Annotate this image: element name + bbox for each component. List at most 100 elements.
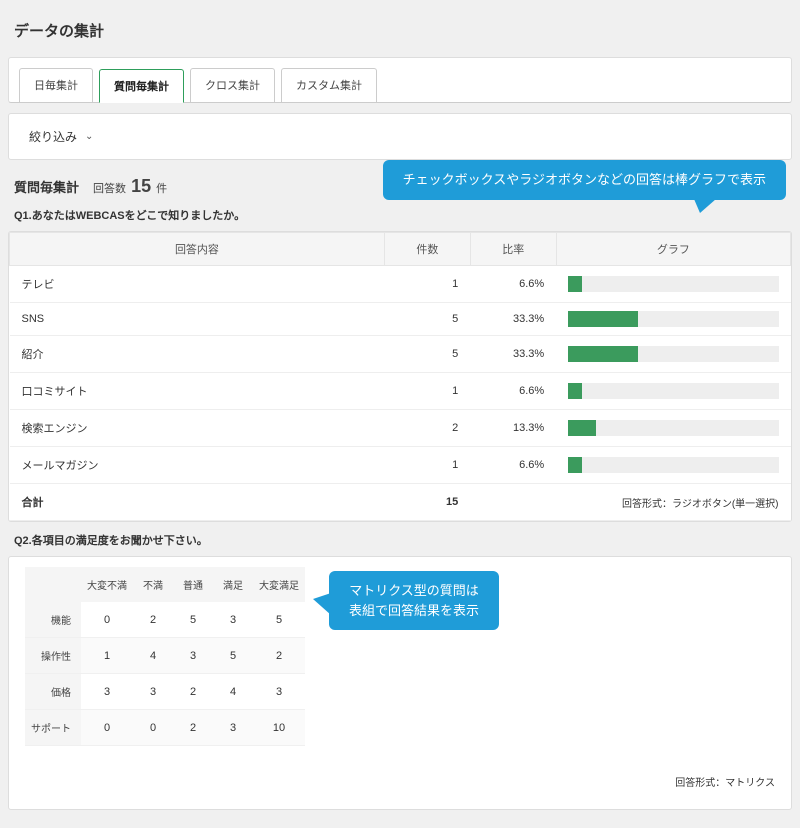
row-label: テレビ: [10, 266, 385, 303]
q2-card: 大変不満 不満 普通 満足 大変満足 機能02535操作性14352価格3324…: [8, 556, 792, 810]
matrix-row: 価格33243: [25, 674, 305, 710]
matrix-cell: 5: [213, 638, 253, 674]
tabs-card: 日毎集計 質問毎集計 クロス集計 カスタム集計: [8, 57, 792, 103]
tab-cross[interactable]: クロス集計: [190, 68, 275, 102]
matrix-cell: 2: [253, 638, 305, 674]
col-very-unsatisfied: 大変不満: [81, 567, 133, 602]
tabs: 日毎集計 質問毎集計 クロス集計 カスタム集計: [9, 58, 791, 102]
matrix-cell: 2: [173, 710, 213, 746]
row-label: 紹介: [10, 336, 385, 373]
bar-track: [568, 383, 778, 399]
section-label: 質問毎集計: [14, 177, 79, 196]
q2-matrix: 大変不満 不満 普通 満足 大変満足 機能02535操作性14352価格3324…: [25, 567, 305, 746]
matrix-cell: 2: [133, 602, 173, 638]
row-header: サポート: [25, 710, 81, 746]
bar-track: [568, 276, 778, 292]
count-prefix: 回答数: [93, 183, 126, 195]
table-row: 検索エンジン213.3%: [10, 410, 791, 447]
callout-tail-icon: [694, 199, 716, 213]
row-bar: [556, 266, 790, 303]
table-row: 紹介533.3%: [10, 336, 791, 373]
col-very-satisfied: 大変満足: [253, 567, 305, 602]
matrix-cell: 0: [81, 710, 133, 746]
tab-custom[interactable]: カスタム集計: [281, 68, 377, 102]
bar-fill: [568, 276, 582, 292]
col-graph: グラフ: [556, 233, 790, 266]
col-normal: 普通: [173, 567, 213, 602]
matrix-cell: 10: [253, 710, 305, 746]
col-count: 件数: [384, 233, 470, 266]
matrix-cell: 5: [253, 602, 305, 638]
row-ratio: 13.3%: [470, 410, 556, 447]
matrix-cell: 3: [213, 710, 253, 746]
matrix-cell: 4: [213, 674, 253, 710]
count-number: 15: [129, 176, 153, 196]
filter-toggle[interactable]: 絞り込み ⌄: [9, 114, 791, 159]
total-count: 15: [384, 484, 470, 521]
row-count: 1: [384, 447, 470, 484]
row-bar: [556, 336, 790, 373]
q2-header-row: 大変不満 不満 普通 満足 大変満足: [25, 567, 305, 602]
row-label: メールマガジン: [10, 447, 385, 484]
bar-fill: [568, 346, 638, 362]
table-row: テレビ16.6%: [10, 266, 791, 303]
bar-fill: [568, 383, 582, 399]
matrix-row: 操作性14352: [25, 638, 305, 674]
row-bar: [556, 410, 790, 447]
callout1-text: チェックボックスやラジオボタンなどの回答は棒グラフで表示: [403, 172, 766, 187]
row-label: 口コミサイト: [10, 373, 385, 410]
bar-fill: [568, 457, 582, 473]
col-content: 回答内容: [10, 233, 385, 266]
callout2-line2: 表組で回答結果を表示: [349, 603, 479, 618]
filter-label: 絞り込み: [29, 128, 77, 145]
chevron-down-icon: ⌄: [85, 131, 93, 142]
matrix-cell: 3: [213, 602, 253, 638]
bar-track: [568, 420, 778, 436]
col-satisfied: 満足: [213, 567, 253, 602]
response-count: 回答数 15 件: [93, 176, 167, 197]
bar-track: [568, 311, 778, 327]
col-unsatisfied: 不満: [133, 567, 173, 602]
matrix-cell: 3: [253, 674, 305, 710]
q1-format: 回答形式：ラジオボタン(単一選択): [556, 484, 790, 521]
matrix-cell: 4: [133, 638, 173, 674]
callout-matrix: マトリクス型の質問は 表組で回答結果を表示: [329, 571, 499, 630]
tab-daily[interactable]: 日毎集計: [19, 68, 93, 102]
table-row: 口コミサイト16.6%: [10, 373, 791, 410]
bar-fill: [568, 311, 638, 327]
matrix-cell: 3: [173, 638, 213, 674]
table-row: メールマガジン16.6%: [10, 447, 791, 484]
bar-fill: [568, 420, 596, 436]
matrix-cell: 0: [81, 602, 133, 638]
matrix-cell: 3: [133, 674, 173, 710]
row-count: 1: [384, 266, 470, 303]
row-header: 機能: [25, 602, 81, 638]
row-count: 5: [384, 336, 470, 373]
table-row: SNS533.3%: [10, 303, 791, 336]
count-suffix: 件: [156, 183, 167, 195]
row-ratio: 33.3%: [470, 303, 556, 336]
matrix-cell: 2: [173, 674, 213, 710]
row-bar: [556, 447, 790, 484]
page-title: データの集計: [8, 8, 792, 57]
callout-tail-icon: [313, 593, 331, 615]
q1-total-row: 合計 15 回答形式：ラジオボタン(単一選択): [10, 484, 791, 521]
q1-title: Q1.あなたはWEBCASをどこで知りましたか。: [8, 207, 792, 231]
row-ratio: 6.6%: [470, 447, 556, 484]
matrix-cell: 1: [81, 638, 133, 674]
col-ratio: 比率: [470, 233, 556, 266]
q2-format: 回答形式：マトリクス: [19, 746, 781, 799]
row-count: 5: [384, 303, 470, 336]
callout-bar-chart: チェックボックスやラジオボタンなどの回答は棒グラフで表示: [383, 160, 786, 200]
matrix-cell: 5: [173, 602, 213, 638]
row-bar: [556, 373, 790, 410]
q2-title: Q2.各項目の満足度をお聞かせ下さい。: [8, 532, 792, 556]
row-count: 1: [384, 373, 470, 410]
total-ratio: [470, 484, 556, 521]
bar-track: [568, 457, 778, 473]
row-ratio: 6.6%: [470, 373, 556, 410]
row-label: 検索エンジン: [10, 410, 385, 447]
matrix-cell: 0: [133, 710, 173, 746]
tab-per-question[interactable]: 質問毎集計: [99, 69, 184, 103]
matrix-row: サポート002310: [25, 710, 305, 746]
